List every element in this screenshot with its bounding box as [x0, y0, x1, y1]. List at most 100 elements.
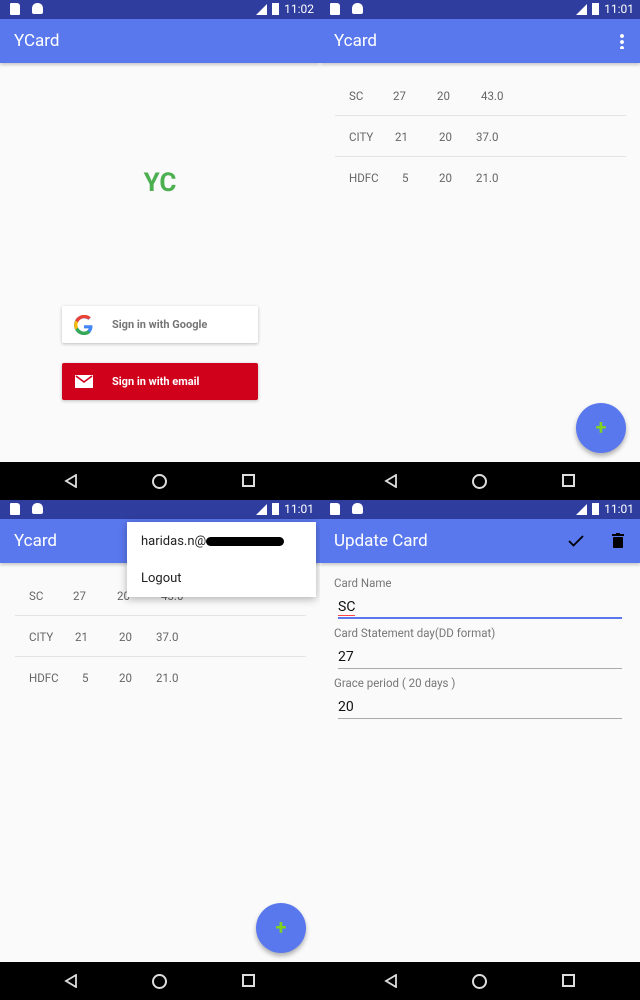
battery-icon — [272, 503, 280, 515]
recents-icon[interactable] — [242, 974, 255, 987]
statement-day: 21 — [75, 630, 88, 644]
card-name: SC — [29, 589, 44, 603]
google-icon — [74, 315, 93, 335]
recents-icon[interactable] — [562, 474, 575, 487]
google-sign-in-button[interactable]: Sign in with Google — [62, 306, 258, 343]
card-row[interactable]: HDFC 5 20 21.0 — [15, 657, 306, 698]
plus-icon: + — [275, 915, 287, 939]
card-row[interactable]: CITY 21 20 37.0 — [335, 116, 626, 157]
add-card-button[interactable]: + — [576, 403, 626, 453]
status-bar: 11:01 — [320, 500, 640, 519]
signal-icon — [576, 3, 588, 15]
home-icon[interactable] — [152, 474, 167, 489]
signal-icon — [256, 3, 268, 15]
app-title: YCard — [14, 31, 60, 51]
statement-day: 27 — [393, 89, 406, 103]
clock: 11:02 — [284, 2, 314, 16]
home-icon[interactable] — [472, 474, 487, 489]
grace-days: 20 — [437, 89, 450, 103]
grace-days: 20 — [119, 630, 132, 644]
statement-day-label: Card Statement day(DD format) — [334, 626, 496, 640]
navigation-bar — [320, 962, 640, 1000]
sd-card-icon — [330, 503, 340, 515]
overflow-menu: haridas.n@ Logout — [127, 522, 316, 597]
card-name-input[interactable]: SC — [338, 597, 622, 619]
status-bar: 11:01 — [320, 0, 640, 19]
signal-icon — [576, 503, 588, 515]
statement-day: 5 — [402, 171, 409, 185]
card-row[interactable]: HDFC 5 20 21.0 — [335, 157, 626, 198]
recents-icon[interactable] — [562, 974, 575, 987]
login-screen: 11:02 YCard YC Sign in with Google Sign … — [0, 0, 320, 500]
android-icon — [352, 503, 363, 514]
delete-icon[interactable] — [612, 533, 624, 548]
due-value: 37.0 — [156, 630, 179, 644]
google-button-label: Sign in with Google — [112, 318, 208, 331]
email-sign-in-button[interactable]: Sign in with email — [62, 363, 258, 400]
battery-icon — [592, 3, 600, 15]
navigation-bar — [320, 462, 640, 500]
status-bar: 11:02 — [0, 0, 320, 19]
home-icon[interactable] — [152, 974, 167, 989]
android-icon — [352, 3, 363, 14]
card-name-label: Card Name — [334, 576, 392, 590]
menu-item-account[interactable]: haridas.n@ — [141, 534, 285, 549]
card-name: SC — [349, 89, 364, 103]
due-value: 21.0 — [156, 671, 179, 685]
due-value: 21.0 — [476, 171, 499, 185]
mail-icon — [75, 375, 93, 388]
back-icon[interactable] — [64, 474, 78, 488]
card-row[interactable]: CITY 21 20 37.0 — [15, 616, 306, 657]
grace-period-label: Grace period ( 20 days ) — [334, 676, 456, 690]
app-title: Ycard — [14, 531, 58, 551]
battery-icon — [592, 503, 600, 515]
clock: 11:01 — [604, 2, 634, 16]
statement-day: 21 — [395, 130, 408, 144]
app-bar: Ycard — [320, 19, 640, 63]
signal-icon — [256, 503, 268, 515]
navigation-bar — [0, 962, 320, 1000]
card-name: CITY — [349, 130, 374, 144]
battery-icon — [272, 3, 280, 15]
card-list-menu-screen: 11:01 Ycard SC272043.0CITY212037.0HDFC52… — [0, 500, 320, 1000]
card-name: HDFC — [29, 671, 59, 685]
status-bar: 11:01 — [0, 500, 320, 519]
back-icon[interactable] — [64, 974, 78, 988]
logo: YC — [143, 168, 177, 198]
clock: 11:01 — [284, 502, 314, 516]
app-title: Ycard — [334, 31, 378, 51]
email-button-label: Sign in with email — [112, 375, 200, 388]
android-icon — [32, 503, 43, 514]
check-icon[interactable] — [568, 534, 584, 548]
add-card-button[interactable]: + — [256, 903, 306, 953]
android-icon — [32, 3, 43, 14]
due-value: 43.0 — [481, 89, 504, 103]
statement-day-input[interactable]: 27 — [338, 647, 622, 669]
statement-day: 5 — [82, 671, 89, 685]
account-email: haridas.n@ — [141, 534, 207, 549]
sd-card-icon — [10, 503, 20, 515]
clock: 11:01 — [604, 502, 634, 516]
due-value: 37.0 — [476, 130, 499, 144]
home-icon[interactable] — [472, 974, 487, 989]
recents-icon[interactable] — [242, 474, 255, 487]
navigation-bar — [0, 462, 320, 500]
sd-card-icon — [330, 3, 340, 15]
back-icon[interactable] — [384, 474, 398, 488]
card-list-screen: 11:01 Ycard SC 27 20 43.0 CITY 21 20 37.0 HDFC 5 2… — [320, 0, 640, 500]
sd-card-icon — [10, 3, 20, 15]
menu-item-logout[interactable]: Logout — [141, 571, 182, 586]
grace-days: 20 — [439, 130, 452, 144]
back-icon[interactable] — [384, 974, 398, 988]
grace-days: 20 — [439, 171, 452, 185]
grace-period-input[interactable]: 20 — [338, 697, 622, 719]
card-row[interactable]: SC 27 20 43.0 — [335, 75, 626, 116]
grace-days: 20 — [119, 671, 132, 685]
update-card-screen: 11:01 Update Card Card Name SC Card Stat… — [320, 500, 640, 1000]
card-name: CITY — [29, 630, 54, 644]
more-vert-icon[interactable] — [620, 33, 624, 49]
app-title: Update Card — [334, 531, 428, 551]
app-bar: Update Card — [320, 519, 640, 563]
app-bar: YCard — [0, 19, 320, 63]
card-name-value: SC — [338, 599, 356, 616]
